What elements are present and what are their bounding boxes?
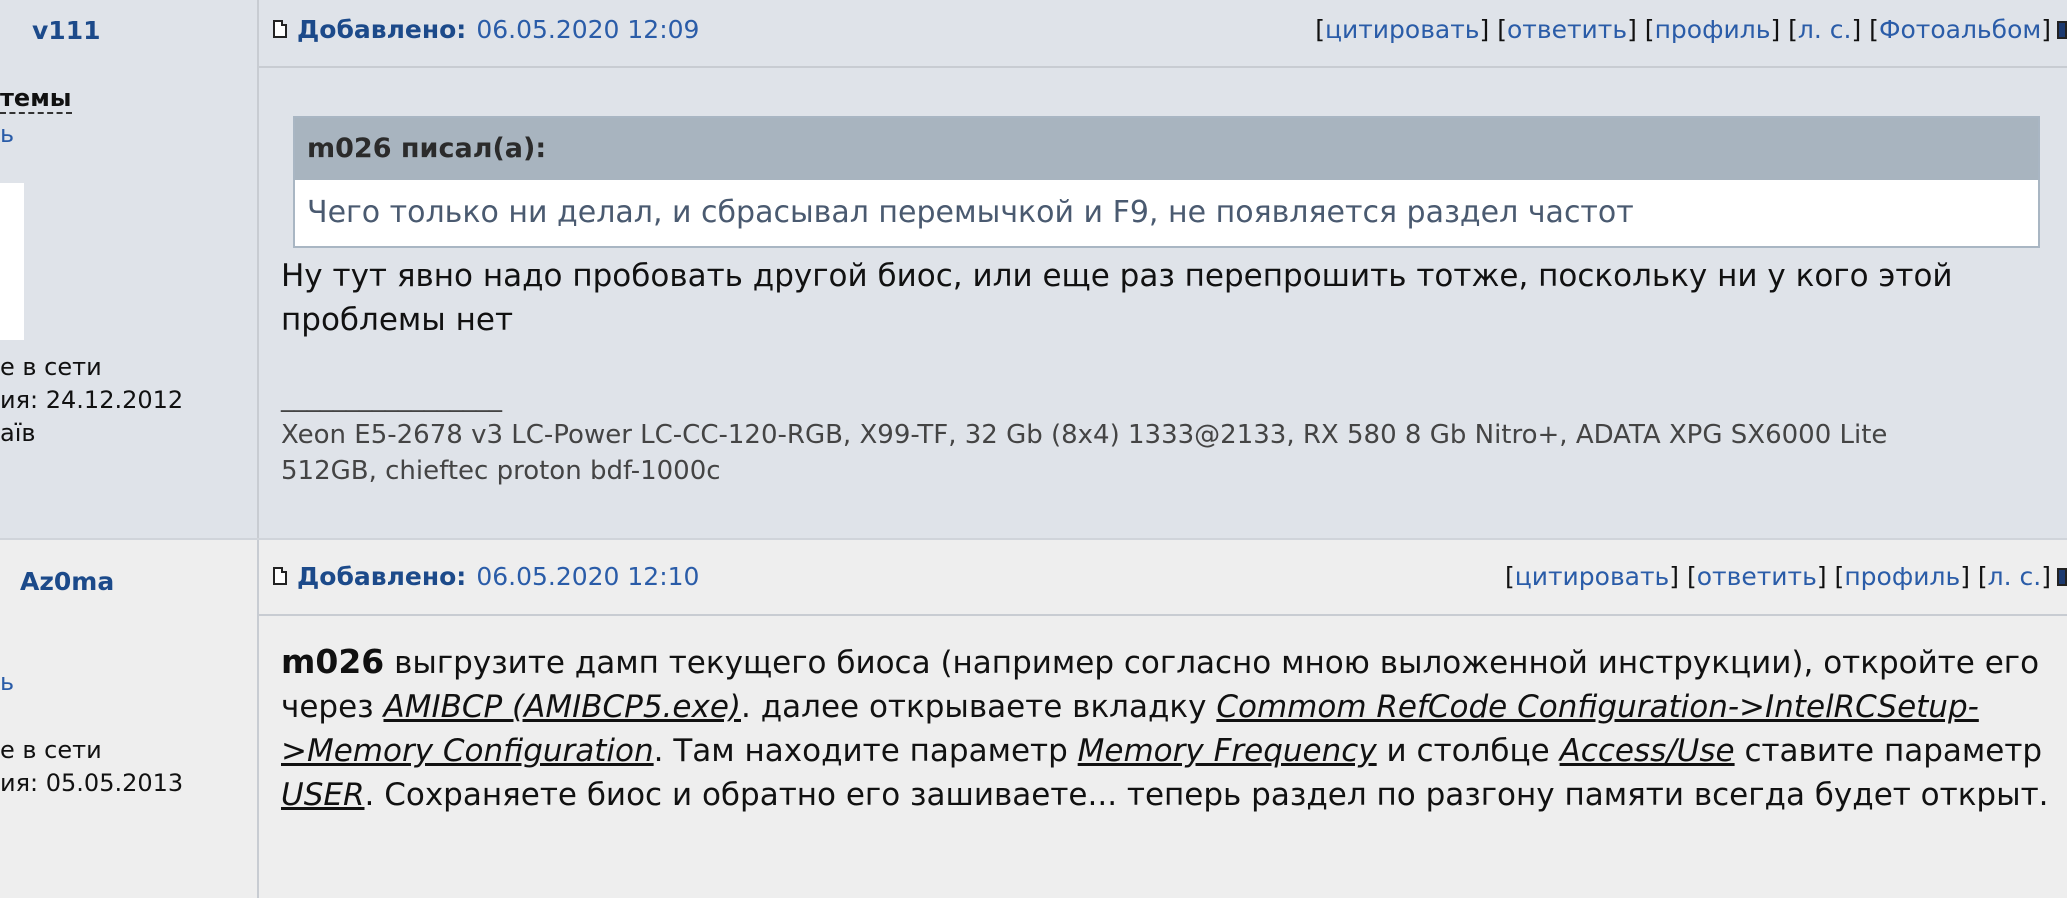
post-document-icon [273,20,287,38]
column-reference: Access/Use [1559,733,1735,769]
post-2-message: m026 выгрузите дамп текущего биоса (напр… [281,640,2051,817]
program-reference: AMIBCP (AMIBCP5.exe) [383,689,741,725]
quote-block: m026 писал(а): Чего только ни делал, и с… [293,116,2040,248]
author-avatar [0,183,24,340]
added-label: Добавлено: [297,15,467,44]
post-1-message: Ну тут явно надо пробовать другой биос, … [281,258,1953,338]
message-text: . далее открываете вкладку [741,689,1217,725]
author-link-fragment[interactable]: ь [0,120,14,148]
post-2: Az0ma ь е в сети ия: 05.05.2013 Добавлен… [0,540,2067,898]
post-document-icon [273,567,287,585]
message-text: и столбце [1376,733,1560,769]
parameter-reference: Memory Frequency [1077,733,1377,769]
message-text: . Сохраняете биос и обратно его зашивает… [364,777,2049,813]
reply-link[interactable]: ответить [1507,15,1627,44]
author-link-fragment[interactable]: ь [0,668,14,696]
photo-album-link[interactable]: Фотоальбом [1879,15,2041,44]
author-registered-date: ия: 24.12.2012 [0,386,184,414]
post-1-header: Добавлено: 06.05.2020 12:09 [цитировать] … [259,0,2067,68]
signature-separator: _________________ [281,383,502,413]
post-actions: [цитировать] [ответить] [профиль] [л. с.… [1504,562,2051,591]
author-location: аїв [0,419,36,447]
post-bookmark-icon[interactable] [2057,21,2067,39]
private-message-link[interactable]: л. с. [1798,15,1852,44]
quote-text: Чего только ни делал, и сбрасывал перемы… [307,195,1634,230]
author-username[interactable]: v111 [32,16,100,45]
author-online-status: е в сети [0,353,102,381]
quote-link[interactable]: цитировать [1325,15,1480,44]
profile-link[interactable]: профиль [1844,562,1960,591]
post-1-signature: Xeon E5-2678 v3 LC-Power LC-CC-120-RGB, … [281,420,1888,486]
reply-link[interactable]: ответить [1697,562,1817,591]
author-registered-date: ия: 05.05.2013 [0,769,184,797]
post-date[interactable]: 06.05.2020 12:09 [476,15,699,44]
post-1-author-panel: v111 темы ь е в сети ия: 24.12.2012 аїв [0,0,259,540]
profile-link[interactable]: профиль [1655,15,1771,44]
post-added-info: Добавлено: 06.05.2020 12:09 [297,15,699,44]
author-online-status: е в сети [0,736,102,764]
post-2-header: Добавлено: 06.05.2020 12:10 [цитировать] … [259,540,2067,616]
author-username[interactable]: Az0ma [20,567,114,596]
author-status-fragment: темы [0,84,72,114]
post-2-author-panel: Az0ma ь е в сети ия: 05.05.2013 [0,540,259,898]
value-reference: USER [281,777,365,813]
post-added-info: Добавлено: 06.05.2020 12:10 [297,562,699,591]
post-1: v111 темы ь е в сети ия: 24.12.2012 аїв … [0,0,2067,540]
post-bookmark-icon[interactable] [2057,568,2067,586]
post-date[interactable]: 06.05.2020 12:10 [476,562,699,591]
quote-link[interactable]: цитировать [1515,562,1670,591]
message-text: . Там находите параметр [653,733,1078,769]
added-label: Добавлено: [297,562,467,591]
private-message-link[interactable]: л. с. [1988,562,2042,591]
message-text: ставите параметр [1734,733,2043,769]
mentioned-user[interactable]: m026 [281,642,384,681]
quote-author: m026 писал(а): [295,118,2038,180]
post-actions: [цитировать] [ответить] [профиль] [л. с.… [1315,15,2051,44]
